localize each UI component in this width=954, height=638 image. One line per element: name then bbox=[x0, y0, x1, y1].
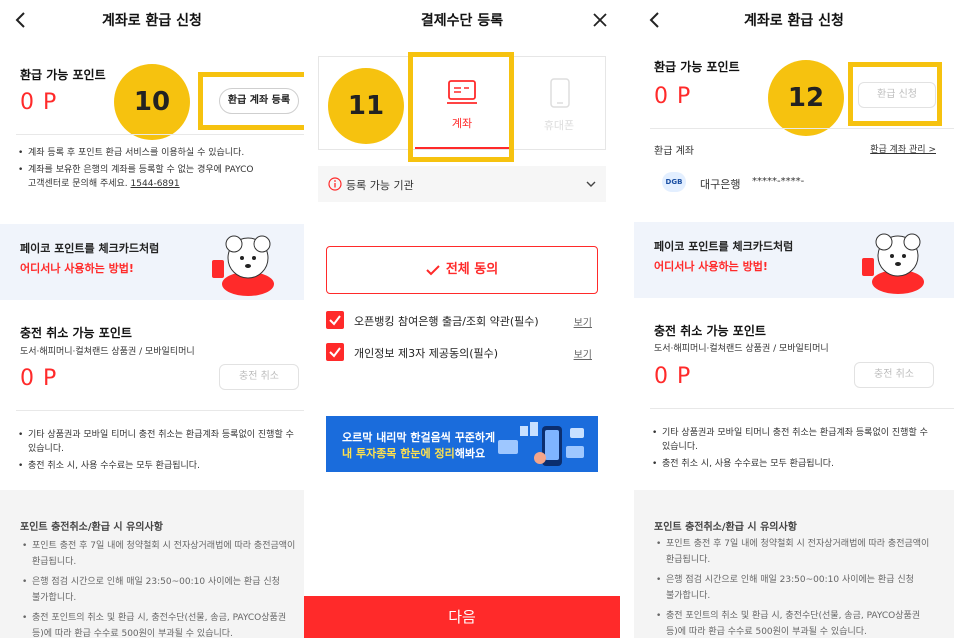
terms-checkbox-1[interactable] bbox=[326, 311, 344, 329]
page-title: 계좌로 환급 신청 bbox=[102, 13, 202, 29]
banner-text: 페이코 포인트를 체크카드처럼 bbox=[20, 242, 160, 255]
refund-request-button[interactable]: 환급 신청 bbox=[858, 82, 936, 108]
cancel-charge-button[interactable]: 충전 취소 bbox=[854, 362, 934, 388]
institutions-label: 등록 가능 기관 bbox=[346, 179, 414, 192]
cancel-charge-button[interactable]: 충전 취소 bbox=[219, 364, 299, 390]
checkmark-icon bbox=[329, 347, 341, 358]
refund-points-value: 0 P bbox=[654, 84, 692, 109]
page-title: 결제수단 등록 bbox=[420, 13, 504, 29]
caution-list: • 포인트 충전 후 7일 내에 청약철회 시 전자상거래법에 따라 충전금액이 환… bbox=[656, 539, 930, 637]
promo-banner[interactable]: 페이코 포인트를 체크카드처럼 어디서나 사용하는 방법! bbox=[0, 224, 304, 300]
check-icon bbox=[426, 264, 440, 275]
customer-center-phone[interactable]: 1544-6891 bbox=[131, 177, 180, 191]
next-button[interactable]: 다음 bbox=[304, 596, 620, 638]
register-account-button[interactable]: 환급 계좌 등록 bbox=[219, 88, 299, 114]
divider bbox=[16, 134, 304, 135]
cancel-points-sub: 도서·해피머니·컬쳐랜드 상품권 / 모바일티머니 bbox=[654, 344, 829, 354]
divider bbox=[16, 410, 304, 411]
refund-points-label: 환급 가능 포인트 bbox=[20, 68, 106, 82]
ad-banner[interactable]: 오르막 내리막 한걸음씩 꾸준하게 내 투자종목 한눈에 정리해봐요 bbox=[326, 416, 598, 472]
stock-chart-phone-icon bbox=[498, 422, 584, 466]
account-label: 환급 계좌 bbox=[654, 146, 694, 157]
cancel-points-value: 0 P bbox=[654, 364, 692, 389]
banner-highlight: 어디서나 사용하는 방법! bbox=[654, 260, 768, 273]
caution-list: • 포인트 충전 후 7일 내에 청약철회 시 전자상거래법에 따라 충전금액이 환… bbox=[22, 541, 296, 638]
refund-screen-initial: 계좌로 환급 신청 환급 가능 포인트 0 P 10 환급 계좌 등록 • 계좌 … bbox=[0, 0, 304, 638]
cancel-notes: • 기타 상품권과 모바일 티머니 충전 취소는 환급계좌 등록없이 진행할 수 … bbox=[18, 430, 294, 471]
account-number: *****-****- bbox=[752, 176, 805, 187]
terms-view-link-2[interactable]: 보기 bbox=[574, 346, 592, 361]
tab-phone[interactable]: 휴대폰 bbox=[513, 57, 605, 149]
cancel-points-label: 충전 취소 가능 포인트 bbox=[20, 326, 132, 340]
agree-all-button[interactable]: 전체 동의 bbox=[326, 246, 598, 294]
payment-method-screen: 결제수단 등록 카드 계좌 휴대폰 11 등록 가능 bbox=[304, 0, 620, 638]
cancel-points-value: 0 P bbox=[20, 366, 58, 391]
cancel-points-label: 충전 취소 가능 포인트 bbox=[654, 324, 766, 338]
terms-label-2: 개인정보 제3자 제공동의(필수) bbox=[354, 347, 499, 360]
checkmark-icon bbox=[329, 315, 341, 326]
caution-section: 포인트 충전취소/환급 시 유의사항 • 포인트 충전 후 7일 내에 청약철회 … bbox=[0, 490, 304, 638]
refund-points-label: 환급 가능 포인트 bbox=[654, 60, 740, 74]
info-icon bbox=[328, 177, 342, 191]
step-badge: 11 bbox=[328, 68, 404, 144]
close-icon[interactable] bbox=[592, 12, 608, 28]
terms-view-link-1[interactable]: 보기 bbox=[574, 314, 592, 329]
caution-section: 포인트 충전취소/환급 시 유의사항 • 포인트 충전 후 7일 내에 청약철회 … bbox=[634, 490, 954, 638]
refund-screen-registered: 계좌로 환급 신청 환급 가능 포인트 0 P 12 환급 신청 환급 계좌 환… bbox=[634, 0, 954, 638]
promo-banner[interactable]: 페이코 포인트를 체크카드처럼 어디서나 사용하는 방법! bbox=[634, 222, 954, 298]
bank-logo-icon: DGB bbox=[662, 172, 686, 192]
highlight-box bbox=[408, 52, 514, 162]
mascot-dog-icon bbox=[212, 235, 274, 296]
cancel-points-sub: 도서·해피머니·컬쳐랜드 상품권 / 모바일티머니 bbox=[20, 347, 195, 357]
divider bbox=[650, 128, 954, 129]
caution-title: 포인트 충전취소/환급 시 유의사항 bbox=[654, 522, 797, 533]
account-manage-link[interactable]: 환급 계좌 관리 > bbox=[870, 142, 936, 155]
header: 계좌로 환급 신청 bbox=[634, 0, 954, 40]
header: 계좌로 환급 신청 bbox=[0, 0, 304, 40]
chevron-down-icon bbox=[586, 181, 596, 187]
ad-text-highlight: 내 투자종목 한눈에 정리해봐요 bbox=[342, 447, 486, 460]
terms-label-1: 오픈뱅킹 참여은행 출금/조회 약관(필수) bbox=[354, 315, 539, 328]
banner-text: 페이코 포인트를 체크카드처럼 bbox=[654, 240, 794, 253]
phone-icon bbox=[550, 78, 570, 108]
cancel-notes: • 기타 상품권과 모바일 티머니 충전 취소는 환급계좌 등록없이 진행할 수 … bbox=[652, 428, 928, 469]
institutions-accordion[interactable]: 등록 가능 기관 bbox=[318, 166, 606, 202]
refund-points-value: 0 P bbox=[20, 90, 58, 115]
mascot-dog-icon bbox=[862, 233, 924, 294]
bank-name: 대구은행 bbox=[700, 178, 741, 191]
step-badge: 10 bbox=[114, 64, 190, 140]
page-title: 계좌로 환급 신청 bbox=[744, 13, 844, 29]
divider bbox=[650, 408, 954, 409]
banner-highlight: 어디서나 사용하는 방법! bbox=[20, 262, 134, 275]
ad-text: 오르막 내리막 한걸음씩 꾸준하게 bbox=[342, 431, 496, 444]
register-notes: • 계좌 등록 후 포인트 환급 서비스를 이용하실 수 있습니다. • 계좌를 보… bbox=[18, 148, 254, 191]
caution-title: 포인트 충전취소/환급 시 유의사항 bbox=[20, 522, 163, 533]
terms-checkbox-2[interactable] bbox=[326, 343, 344, 361]
step-badge: 12 bbox=[768, 60, 844, 136]
header: 결제수단 등록 bbox=[304, 0, 620, 40]
